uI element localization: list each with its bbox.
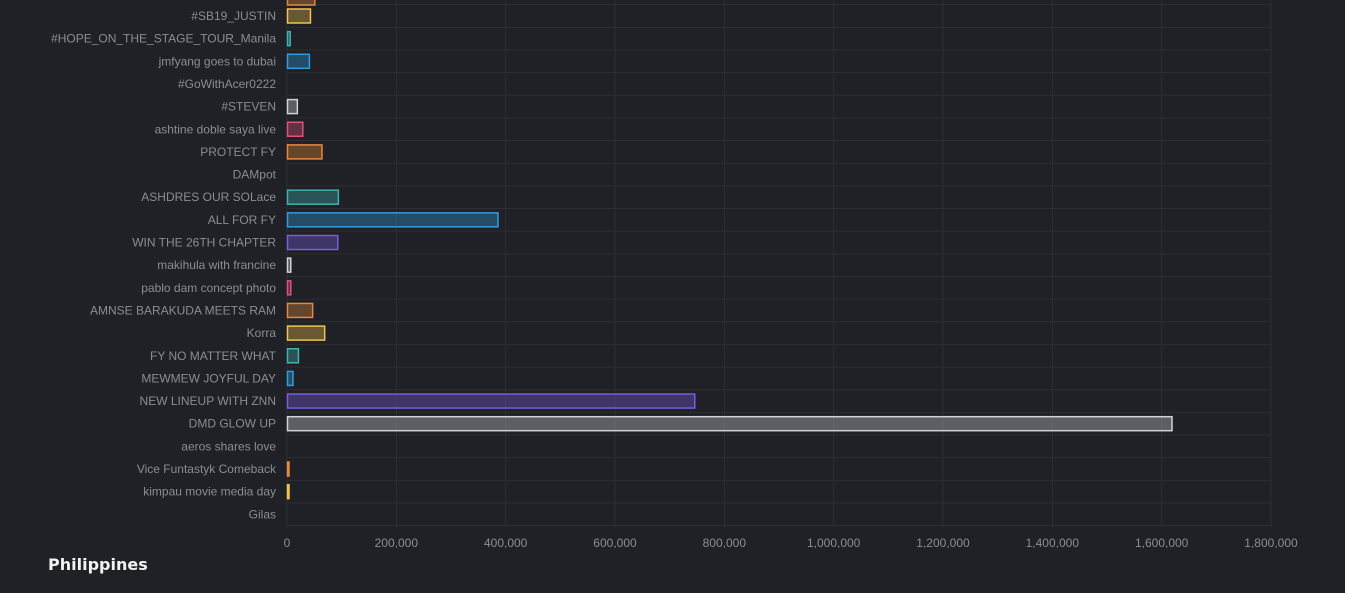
category-label: NEW LINEUP WITH ZNN <box>140 394 276 408</box>
bar <box>286 415 1173 432</box>
category-label: ASHDRES OUR SOLace <box>141 190 276 204</box>
category-label: Gilas <box>249 507 276 521</box>
category-label: PROTECT FY <box>200 145 276 159</box>
bar <box>286 348 300 364</box>
category-label: DAMpot <box>233 168 277 182</box>
category-label: #STEVEN <box>221 100 276 114</box>
category-label: #HOPE_ON_THE_STAGE_TOUR_Manila <box>51 32 276 46</box>
x-tick-label: 0 <box>284 536 291 548</box>
category-label: WIN THE 26TH CHAPTER <box>132 236 276 250</box>
bar <box>286 30 291 47</box>
bar <box>286 280 292 296</box>
bar <box>286 8 312 24</box>
category-label: jmfyang goes to dubai <box>158 54 276 68</box>
bar <box>286 121 304 137</box>
bar <box>286 393 696 409</box>
bar <box>286 234 339 251</box>
bar <box>286 189 340 205</box>
category-label: aeros shares love <box>181 439 276 453</box>
bar <box>286 483 290 500</box>
x-tick-label: 1,000,000 <box>807 536 861 548</box>
x-tick-label: 600,000 <box>593 536 637 548</box>
x-tick-label: 1,600,000 <box>1135 536 1189 548</box>
category-label: Korra <box>247 326 277 340</box>
bar-chart: #SB19_JUSTIN #HOPE_ON_THE_STAGE_TOUR_Mani… <box>51 0 1298 548</box>
bar-partial-top <box>286 0 316 6</box>
bar <box>286 257 292 273</box>
x-tick-label: 200,000 <box>375 536 419 548</box>
bar <box>286 144 323 160</box>
bar <box>286 53 311 70</box>
bar <box>286 370 294 387</box>
x-tick-label: 400,000 <box>484 536 528 548</box>
category-label: makihula with francine <box>157 258 276 272</box>
bar <box>286 212 499 228</box>
bar <box>286 461 290 477</box>
x-tick-label: 1,800,000 <box>1244 536 1298 548</box>
category-label: pablo dam concept photo <box>141 281 276 295</box>
x-tick-label: 1,400,000 <box>1026 536 1080 548</box>
category-label: ashtine doble saya live <box>155 122 277 136</box>
category-label: FY NO MATTER WHAT <box>150 349 277 363</box>
region-label: Philippines <box>48 555 148 574</box>
category-label: kimpau movie media day <box>143 485 276 499</box>
category-label: #GoWithAcer0222 <box>178 77 276 91</box>
bar <box>286 302 314 319</box>
bar <box>286 98 299 115</box>
category-label: ALL FOR FY <box>208 213 276 227</box>
category-label: MEWMEW JOYFUL DAY <box>141 371 276 385</box>
x-tick-label: 1,200,000 <box>916 536 970 548</box>
category-label: AMNSE BARAKUDA MEETS RAM <box>90 303 276 317</box>
bar <box>286 325 326 341</box>
category-label: DMD GLOW UP <box>189 417 276 431</box>
category-label: #SB19_JUSTIN <box>191 9 276 23</box>
x-tick-label: 800,000 <box>703 536 747 548</box>
category-label: Vice Funtastyk Comeback <box>137 462 277 476</box>
